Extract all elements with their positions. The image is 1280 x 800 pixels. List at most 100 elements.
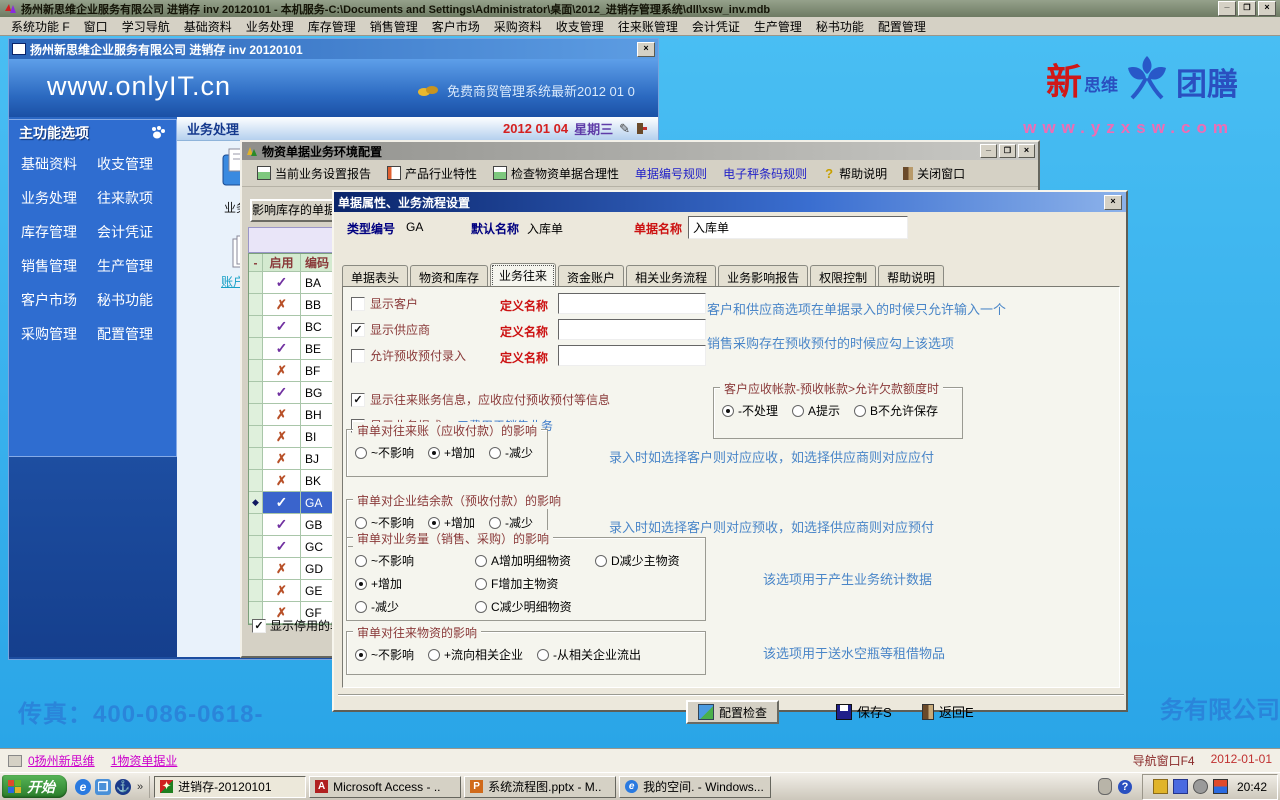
radio-option[interactable]: +流向相关企业 (428, 646, 523, 663)
tab-业务影响报告[interactable]: 业务影响报告 (718, 265, 808, 288)
sidebar-item[interactable]: 采购管理 (21, 324, 97, 344)
maximize-icon[interactable] (1238, 1, 1256, 16)
radio-option[interactable]: F增加主物资 (475, 575, 572, 592)
menu-item[interactable]: 配置管理 (871, 17, 933, 36)
checkbox-row[interactable]: ✓显示供应商 (351, 321, 430, 338)
tab-相关业务流程[interactable]: 相关业务流程 (626, 265, 716, 288)
table-row[interactable]: ◆✓GA (249, 492, 343, 514)
chevron-icon[interactable]: » (135, 781, 145, 793)
radio-option[interactable]: ~不影响 (355, 646, 414, 663)
radio-option[interactable]: ~不影响 (355, 552, 414, 569)
tray-icon-3[interactable] (1193, 779, 1208, 794)
radio-option[interactable]: A增加明细物资 (475, 552, 572, 569)
window-quick-icon[interactable]: ❐ (95, 779, 111, 795)
radio-option[interactable]: -减少 (489, 444, 533, 461)
menu-item[interactable]: 基础资料 (177, 17, 239, 36)
def-name-input[interactable] (558, 319, 706, 340)
exit-icon[interactable] (636, 122, 648, 135)
table-row[interactable]: ✗BB (249, 294, 343, 316)
nav-window-label[interactable]: 导航窗口F4 (1133, 752, 1195, 769)
menu-item[interactable]: 窗口 (77, 17, 115, 36)
radio-option[interactable]: -从相关企业流出 (537, 646, 641, 663)
impact-stock-button[interactable]: 影响库存的单据 (250, 199, 338, 222)
table-row[interactable]: ✓BE (249, 338, 343, 360)
table-row[interactable]: ✓BA (249, 272, 343, 294)
radio-option[interactable]: C减少明细物资 (475, 598, 572, 615)
child-close-icon[interactable] (637, 42, 655, 57)
banner-url[interactable]: www.onlyIT.cn (47, 71, 231, 102)
start-button[interactable]: 开始 (2, 775, 67, 798)
table-row[interactable]: ✗BI (249, 426, 343, 448)
sidebar-item[interactable]: 基础资料 (21, 154, 97, 174)
toolbar-item[interactable]: 单据编号规则 (628, 165, 714, 182)
menu-item[interactable]: 收支管理 (549, 17, 611, 36)
workspace-tab[interactable]: 业务处理 (187, 119, 239, 138)
doc-close-icon[interactable] (1104, 195, 1122, 210)
menu-item[interactable]: 学习导航 (115, 17, 177, 36)
menu-item[interactable]: 秘书功能 (809, 17, 871, 36)
menu-item[interactable]: 往来账管理 (611, 17, 685, 36)
table-row[interactable]: ✗GE (249, 580, 343, 602)
radio-option[interactable]: -减少 (355, 598, 414, 615)
config-check-button[interactable]: 配置检查 (686, 700, 779, 724)
task-button[interactable]: ✦进销存-20120101 (154, 776, 306, 798)
env-close-icon[interactable] (1018, 144, 1035, 158)
close-icon[interactable] (1258, 1, 1276, 16)
env-minimize-icon[interactable] (980, 144, 997, 158)
radio-option[interactable]: ~不影响 (355, 444, 414, 461)
ie-icon[interactable]: e (75, 779, 91, 795)
menu-item[interactable]: 客户市场 (425, 17, 487, 36)
tray-icon-1[interactable] (1153, 779, 1168, 794)
menu-item[interactable]: 业务处理 (239, 17, 301, 36)
menu-item[interactable]: 采购资料 (487, 17, 549, 36)
sidebar-item[interactable]: 收支管理 (97, 154, 177, 174)
sidebar-item[interactable]: 库存管理 (21, 222, 97, 242)
def-name-input[interactable] (558, 345, 706, 366)
doc-name-input[interactable] (688, 216, 908, 239)
tab-帮助说明[interactable]: 帮助说明 (878, 265, 944, 288)
sidebar-item[interactable]: 生产管理 (97, 256, 177, 276)
menu-item[interactable]: 会计凭证 (685, 17, 747, 36)
pencil-icon[interactable]: ✎ (619, 121, 630, 137)
table-row[interactable]: ✗GD (249, 558, 343, 580)
checkbox-row[interactable]: 允许预收预付录入 (351, 347, 466, 364)
back-button[interactable]: 返回E (922, 702, 974, 721)
table-row[interactable]: ✓BC (249, 316, 343, 338)
checkbox-icon[interactable] (351, 349, 365, 363)
sidebar-item[interactable]: 秘书功能 (97, 290, 177, 310)
toolbar-item[interactable]: 当前业务设置报告 (250, 165, 378, 182)
checkbox-icon[interactable] (351, 297, 365, 311)
checkbox-row[interactable]: 显示客户 (351, 295, 418, 312)
def-name-input[interactable] (558, 293, 706, 314)
checkbox-icon[interactable]: ✓ (351, 323, 365, 337)
radio-option[interactable]: -减少 (489, 514, 533, 531)
show-account-info-row[interactable]: ✓ 显示往来账务信息，应收应付预收预付等信息 (351, 391, 610, 408)
toolbar-item[interactable]: 帮助说明 (816, 165, 894, 182)
sidebar-item[interactable]: 销售管理 (21, 256, 97, 276)
task-button[interactable]: e我的空间. - Windows... (619, 776, 771, 798)
task-button[interactable]: P系统流程图.pptx - M.. (464, 776, 616, 798)
radio-option[interactable]: B不允许保存 (854, 402, 938, 419)
tab-物资和库存[interactable]: 物资和库存 (410, 265, 488, 288)
tray-icon-4[interactable] (1213, 779, 1228, 794)
table-row[interactable]: ✗BJ (249, 448, 343, 470)
sidebar-item[interactable]: 会计凭证 (97, 222, 177, 242)
radio-option[interactable]: D减少主物资 (595, 552, 680, 569)
radio-option[interactable]: +增加 (428, 514, 475, 531)
radio-option[interactable]: +增加 (428, 444, 475, 461)
sidebar-item[interactable]: 客户市场 (21, 290, 97, 310)
show-disabled-row[interactable]: ✓ 显示停用的单据 (252, 617, 338, 634)
tray-icon-2[interactable] (1173, 779, 1188, 794)
toolbar-item[interactable]: 电子秤条码规则 (716, 165, 814, 182)
save-button[interactable]: 保存S (836, 702, 892, 721)
radio-option[interactable]: ~不影响 (355, 514, 414, 531)
table-row[interactable]: ✓BG (249, 382, 343, 404)
sidebar-item[interactable]: 业务处理 (21, 188, 97, 208)
toolbar-item[interactable]: 关闭窗口 (896, 165, 972, 182)
tab-资金账户[interactable]: 资金账户 (558, 265, 624, 288)
radio-option[interactable]: A提示 (792, 402, 840, 419)
status-link-company[interactable]: 0扬州新思维 (28, 752, 95, 769)
sidebar-item[interactable]: 往来款项 (97, 188, 177, 208)
show-account-info-checkbox[interactable]: ✓ (351, 393, 365, 407)
toolbar-item[interactable]: 产品行业特性 (380, 165, 484, 182)
